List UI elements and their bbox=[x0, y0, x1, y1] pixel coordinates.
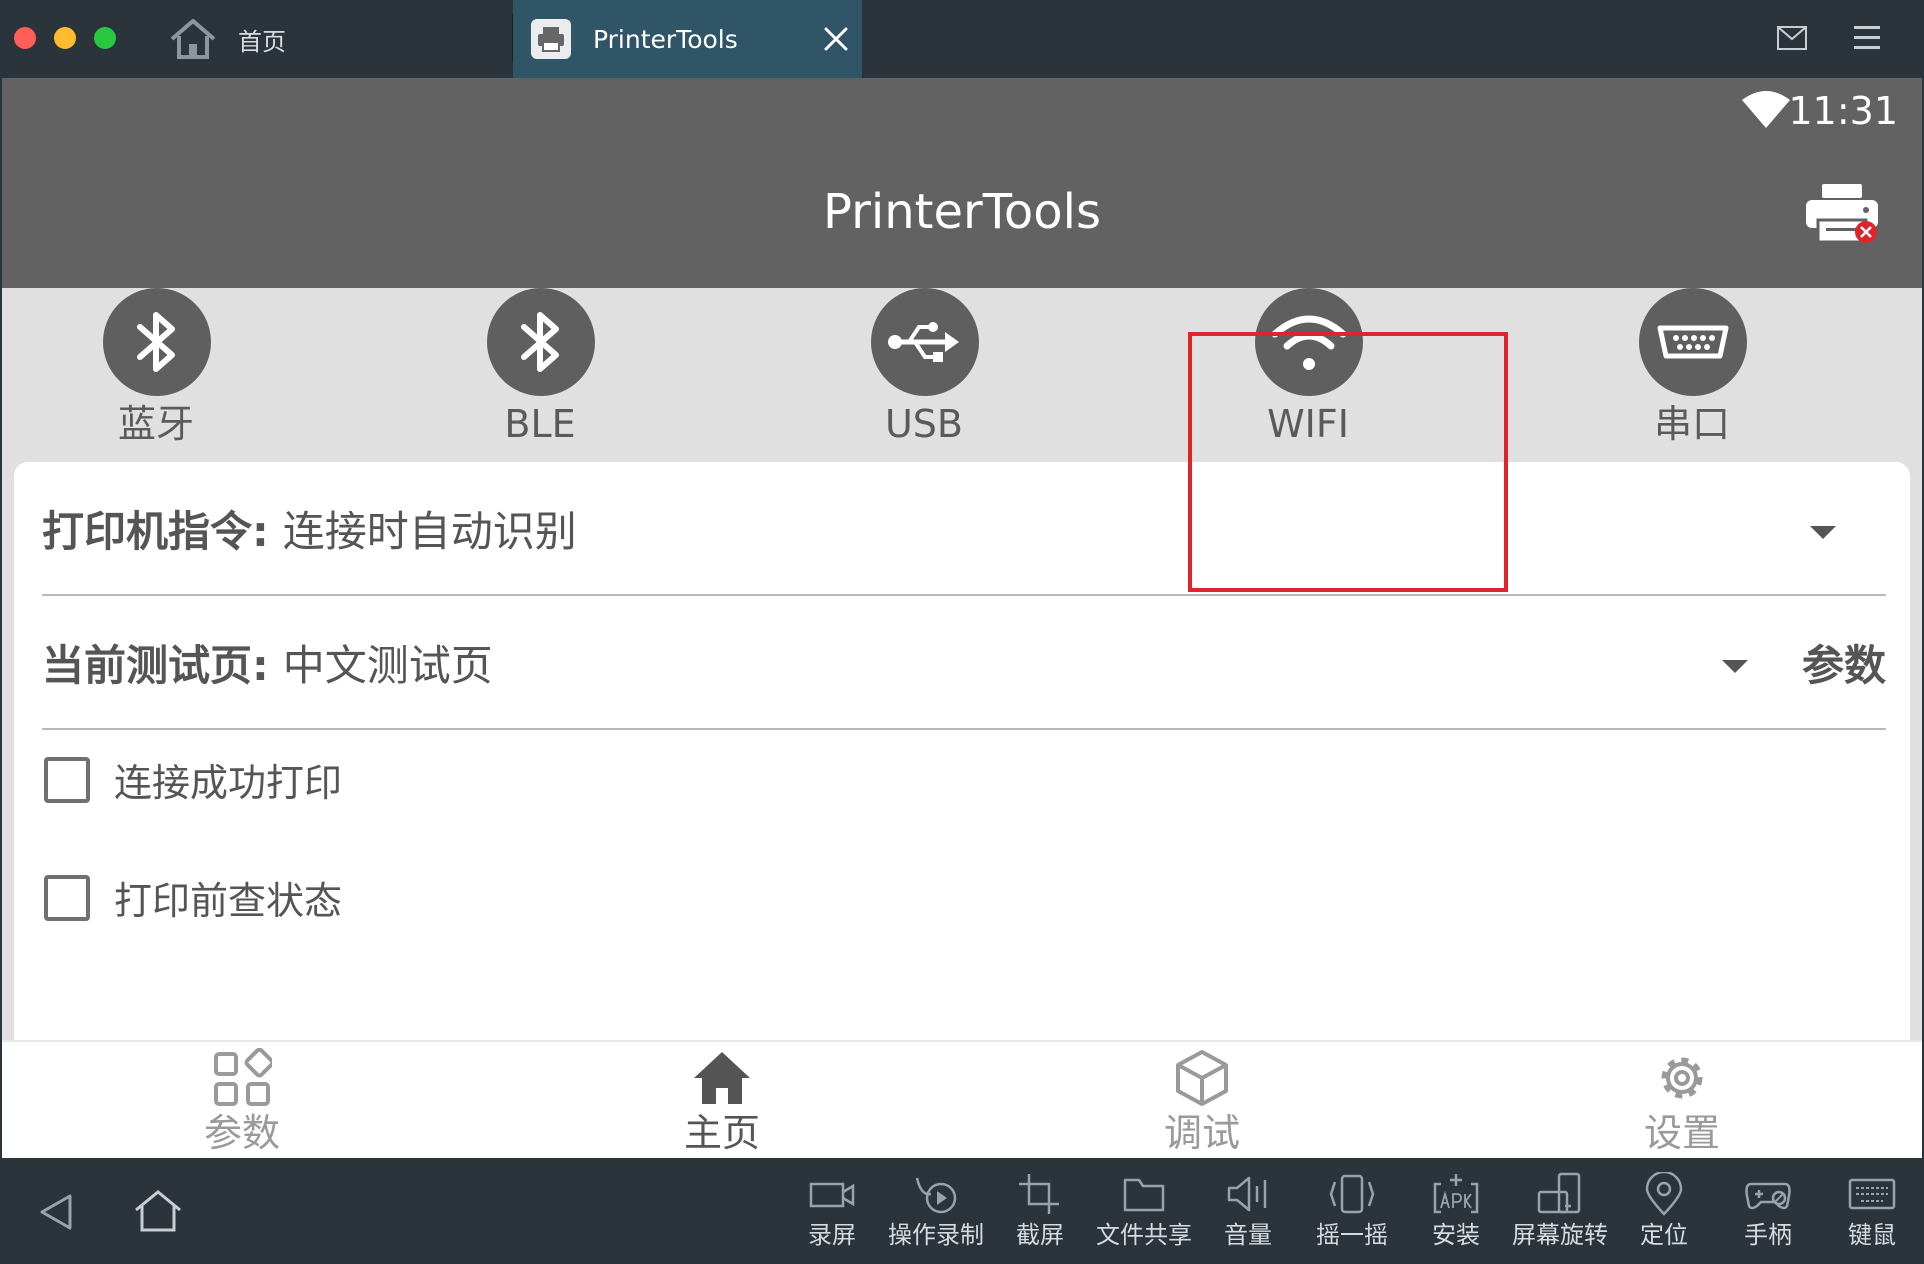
params-button[interactable]: 参数 bbox=[1802, 632, 1886, 693]
nav-home[interactable]: 主页 bbox=[622, 1042, 822, 1158]
conn-label: USB bbox=[884, 402, 963, 446]
bottom-navigation: 参数 主页 调试 设置 bbox=[2, 1040, 1922, 1158]
conn-label: 串口 bbox=[1653, 402, 1730, 446]
tab-home[interactable]: 首页 bbox=[168, 0, 508, 78]
checkbox-box[interactable] bbox=[44, 874, 90, 921]
android-screen: 11:31 PrinterTools 蓝牙 BLE USB WIFI 串口 打印… bbox=[2, 78, 1922, 1158]
test-page-label: 当前测试页: bbox=[42, 640, 269, 690]
gamepad-icon bbox=[1745, 1182, 1791, 1210]
shake-icon bbox=[1329, 1174, 1375, 1214]
app-bar: 11:31 PrinterTools bbox=[2, 78, 1922, 288]
crop-icon bbox=[1019, 1174, 1059, 1214]
record-screen-icon bbox=[809, 1182, 855, 1208]
conn-label: 蓝牙 bbox=[117, 402, 194, 446]
conn-bluetooth[interactable]: 蓝牙 bbox=[46, 288, 266, 448]
conn-usb[interactable]: USB bbox=[814, 288, 1034, 448]
chevron-down-icon[interactable] bbox=[1722, 660, 1748, 673]
printer-command-value: 连接时自动识别 bbox=[282, 506, 577, 556]
test-page-value: 中文测试页 bbox=[282, 640, 493, 690]
tab-printertools[interactable]: PrinterTools bbox=[513, 0, 862, 78]
window-minimize-button[interactable] bbox=[54, 27, 76, 49]
folder-icon bbox=[1123, 1178, 1165, 1212]
close-tab-icon[interactable] bbox=[818, 21, 854, 57]
keyboard-icon bbox=[1848, 1178, 1896, 1210]
nav-debug[interactable]: 调试 bbox=[1102, 1042, 1302, 1158]
menu-icon[interactable] bbox=[1852, 22, 1882, 54]
window-titlebar: 首页 PrinterTools bbox=[0, 0, 1924, 78]
apk-install-icon bbox=[1433, 1174, 1479, 1214]
tool-operation-record[interactable]: 操作录制 bbox=[884, 1172, 988, 1262]
tool-keyboard-mouse[interactable]: 键鼠 bbox=[1820, 1172, 1924, 1262]
gear-icon bbox=[1661, 1057, 1703, 1099]
conn-serial[interactable]: 串口 bbox=[1582, 288, 1802, 448]
checkbox-label: 连接成功打印 bbox=[114, 761, 343, 805]
printer-app-icon bbox=[531, 19, 571, 59]
chevron-down-icon[interactable] bbox=[1810, 526, 1836, 539]
print-on-connect-checkbox[interactable]: 连接成功打印 bbox=[44, 752, 342, 807]
wifi-icon bbox=[1255, 288, 1363, 396]
bluetooth-icon bbox=[487, 288, 595, 396]
cube-icon bbox=[1176, 1050, 1228, 1106]
tool-label: 键鼠 bbox=[1848, 1221, 1896, 1249]
tool-install-apk[interactable]: 安装 bbox=[1404, 1172, 1508, 1262]
checkbox-label: 打印前查状态 bbox=[114, 879, 343, 923]
nav-label: 参数 bbox=[203, 1111, 280, 1155]
tool-location[interactable]: 定位 bbox=[1612, 1172, 1716, 1262]
tab-home-label: 首页 bbox=[238, 27, 286, 56]
usb-icon bbox=[871, 288, 979, 396]
tool-file-share[interactable]: 文件共享 bbox=[1092, 1172, 1196, 1262]
printer-command-label: 打印机指令: bbox=[42, 506, 269, 556]
check-status-before-print-checkbox[interactable]: 打印前查状态 bbox=[44, 870, 342, 925]
window-zoom-button[interactable] bbox=[94, 27, 116, 49]
mail-icon[interactable] bbox=[1776, 24, 1808, 52]
tool-record-screen[interactable]: 录屏 bbox=[780, 1172, 884, 1262]
back-icon[interactable] bbox=[38, 1192, 74, 1232]
test-page-select[interactable]: 当前测试页: 中文测试页 参数 bbox=[42, 596, 1886, 730]
conn-ble[interactable]: BLE bbox=[430, 288, 650, 448]
nav-label: 调试 bbox=[1163, 1111, 1240, 1155]
page-title: PrinterTools bbox=[823, 184, 1101, 240]
nav-label: 设置 bbox=[1643, 1111, 1720, 1155]
tab-printertools-label: PrinterTools bbox=[593, 24, 738, 54]
emulator-toolbar: 录屏 操作录制 截屏 文件共享 音量 摇一摇 安装 屏幕旋转 定位 手柄 键鼠 bbox=[0, 1158, 1924, 1264]
volume-icon bbox=[1227, 1176, 1267, 1212]
operation-record-icon bbox=[915, 1177, 957, 1214]
bluetooth-icon bbox=[103, 288, 211, 396]
nav-settings[interactable]: 设置 bbox=[1582, 1042, 1782, 1158]
conn-label: BLE bbox=[504, 402, 576, 446]
tool-screenshot[interactable]: 截屏 bbox=[988, 1172, 1092, 1262]
tool-rotate-screen[interactable]: 屏幕旋转 bbox=[1508, 1172, 1612, 1262]
wifi-signal-icon bbox=[1742, 91, 1790, 128]
serial-port-icon bbox=[1639, 288, 1747, 396]
nav-params[interactable]: 参数 bbox=[142, 1042, 342, 1158]
rotate-screen-icon bbox=[1537, 1172, 1581, 1214]
status-time: 11:31 bbox=[1788, 89, 1898, 133]
checkbox-box[interactable] bbox=[44, 756, 90, 803]
tool-volume[interactable]: 音量 bbox=[1196, 1172, 1300, 1262]
conn-wifi[interactable]: WIFI bbox=[1198, 288, 1418, 448]
conn-label: WIFI bbox=[1267, 402, 1349, 446]
grid-icon bbox=[214, 1048, 272, 1106]
home-icon bbox=[694, 1052, 750, 1104]
connection-type-row: 蓝牙 BLE USB WIFI 串口 bbox=[2, 288, 1922, 468]
printer-command-select[interactable]: 打印机指令: 连接时自动识别 bbox=[42, 462, 1886, 596]
printer-status-icon[interactable] bbox=[1804, 182, 1880, 248]
tool-gamepad[interactable]: 手柄 bbox=[1716, 1172, 1820, 1262]
house-icon bbox=[170, 19, 216, 59]
nav-label: 主页 bbox=[683, 1111, 760, 1155]
window-close-button[interactable] bbox=[14, 27, 36, 49]
house-icon[interactable] bbox=[132, 1188, 184, 1234]
tool-shake[interactable]: 摇一摇 bbox=[1300, 1172, 1404, 1262]
location-icon bbox=[1645, 1172, 1683, 1216]
